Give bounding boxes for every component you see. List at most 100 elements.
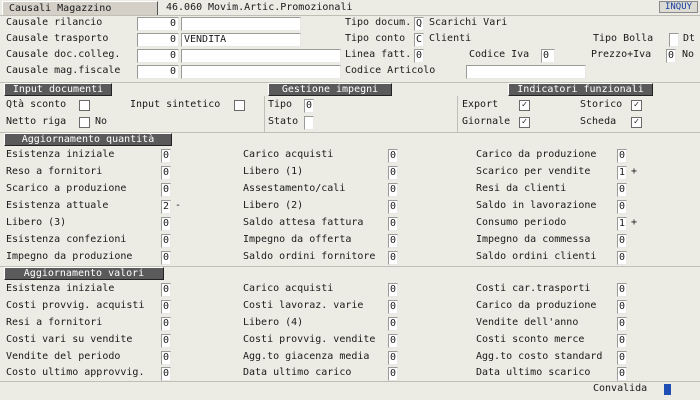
qta-col1-label: Libero (3) <box>6 217 67 228</box>
qta-col3-field[interactable]: 0 <box>617 200 627 214</box>
codice-iva-field[interactable]: 0 <box>541 49 555 63</box>
qta-col2-label: Libero (2) <box>243 200 304 211</box>
causale-trasporto-label: Causale trasporto <box>6 33 109 44</box>
qta-sign: - <box>175 200 182 211</box>
netto-riga-label: Netto riga <box>6 116 67 127</box>
stato-impegno-field[interactable] <box>304 116 314 130</box>
val-col2-label: Carico acquisti <box>243 283 334 294</box>
storico-label: Storico <box>580 99 623 110</box>
netto-riga-checkbox[interactable] <box>79 117 90 128</box>
scheda-checkbox[interactable]: ✓ <box>631 117 642 128</box>
qta-col3-label: Consumo periodo <box>476 217 567 228</box>
storico-checkbox[interactable]: ✓ <box>631 100 642 111</box>
input-sintetico-checkbox[interactable] <box>234 100 245 111</box>
qta-col1-field[interactable]: 0 <box>161 149 171 163</box>
causale-mag-fiscale-code-field[interactable]: 0 <box>137 65 179 79</box>
causale-rilancio-code-field[interactable]: 0 <box>137 17 179 31</box>
tipo-docum-code-field[interactable]: Q <box>414 17 424 31</box>
giornale-checkbox[interactable]: ✓ <box>519 117 530 128</box>
causale-trasporto-code-field[interactable]: 0 <box>137 33 179 47</box>
causale-doc-colleg-text-field[interactable] <box>181 49 341 63</box>
val-col2-field[interactable]: 0 <box>388 334 398 348</box>
export-checkbox[interactable]: ✓ <box>519 100 530 111</box>
codice-articolo-label: Codice Articolo <box>345 65 436 76</box>
linea-fatt-field[interactable]: 0 <box>414 49 424 63</box>
val-col1-label: Costi vari su vendite <box>6 334 133 345</box>
qta-col2-field[interactable]: 0 <box>388 217 398 231</box>
input-documenti-section[interactable]: Input documenti <box>4 83 112 96</box>
prezzo-iva-field[interactable]: 0 <box>666 49 676 63</box>
tipo-conto-code-field[interactable]: C <box>414 33 424 47</box>
val-col3-field[interactable]: 0 <box>617 351 627 365</box>
qta-col3-label: Carico da produzione <box>476 149 597 160</box>
val-col1-field[interactable]: 0 <box>161 351 171 365</box>
qta-col3-field[interactable]: 0 <box>617 251 627 265</box>
qta-col3-field[interactable]: 0 <box>617 234 627 248</box>
val-col2-field[interactable]: 0 <box>388 300 398 314</box>
gestione-impegni-section[interactable]: Gestione impegni <box>268 83 392 96</box>
causali-magazzino-button[interactable]: Causali Magazzino <box>2 1 158 16</box>
val-col1-field[interactable]: 0 <box>161 334 171 348</box>
qta-col2-field[interactable]: 0 <box>388 234 398 248</box>
convalida-indicator[interactable] <box>664 384 671 395</box>
qta-sconto-checkbox[interactable] <box>79 100 90 111</box>
qta-col1-field[interactable]: 2 <box>161 200 171 214</box>
val-col1-field[interactable]: 0 <box>161 300 171 314</box>
indicatori-funzionali-section[interactable]: Indicatori funzionali <box>508 83 653 96</box>
qta-sign: + <box>631 217 638 228</box>
qta-col3-field[interactable]: 0 <box>617 149 627 163</box>
qta-col2-field[interactable]: 0 <box>388 200 398 214</box>
val-col2-field[interactable]: 0 <box>388 283 398 297</box>
qta-col3-field[interactable]: 0 <box>617 183 627 197</box>
val-col2-field[interactable]: 0 <box>388 317 398 331</box>
scheda-label: Scheda <box>580 116 617 127</box>
qta-col1-label: Esistenza iniziale <box>6 149 115 160</box>
causale-rilancio-label: Causale rilancio <box>6 17 103 28</box>
qta-col1-field[interactable]: 0 <box>161 217 171 231</box>
val-col2-label: Costi provvig. vendite <box>243 334 376 345</box>
val-col3-field[interactable]: 0 <box>617 300 627 314</box>
val-col2-label: Costi lavoraz. varie <box>243 300 364 311</box>
val-col3-field[interactable]: 0 <box>617 283 627 297</box>
qta-col2-field[interactable]: 0 <box>388 166 398 180</box>
causale-doc-colleg-code-field[interactable]: 0 <box>137 49 179 63</box>
val-col2-label: Libero (4) <box>243 317 304 328</box>
qta-col2-field[interactable]: 0 <box>388 149 398 163</box>
val-col1-label: Resi a fornitori <box>6 317 103 328</box>
tipo-bolla-field[interactable] <box>669 33 679 47</box>
qta-col1-field[interactable]: 0 <box>161 234 171 248</box>
tipo-docum-label: Tipo docum. <box>345 17 412 28</box>
val-col3-field[interactable]: 0 <box>617 367 627 381</box>
tipo-bolla-label: Tipo Bolla <box>593 33 654 44</box>
qta-col1-field[interactable]: 0 <box>161 251 171 265</box>
qta-col2-field[interactable]: 0 <box>388 183 398 197</box>
qta-col1-field[interactable]: 0 <box>161 183 171 197</box>
codice-articolo-field[interactable] <box>466 65 586 79</box>
val-col3-label: Agg.to costo standard <box>476 351 603 362</box>
causale-trasporto-text-field[interactable]: VENDITA <box>181 33 301 47</box>
qta-col3-field[interactable]: 1 <box>617 217 627 231</box>
aggiornamento-quantita-section[interactable]: Aggiornamento quantità <box>4 133 172 146</box>
qta-col2-field[interactable]: 0 <box>388 251 398 265</box>
qta-col3-label: Resi da clienti <box>476 183 567 194</box>
qta-col3-label: Scarico per vendite <box>476 166 591 177</box>
val-col1-field[interactable]: 0 <box>161 367 171 381</box>
qta-col1-label: Scarico a produzione <box>6 183 127 194</box>
val-col3-label: Costi car.trasporti <box>476 283 591 294</box>
causale-mag-fiscale-text-field[interactable] <box>181 65 341 79</box>
prezzo-iva-no-text: No <box>682 49 695 60</box>
aggiornamento-valori-section[interactable]: Aggiornamento valori <box>4 267 164 280</box>
qta-col3-label: Saldo ordini clienti <box>476 251 597 262</box>
val-col3-field[interactable]: 0 <box>617 334 627 348</box>
qta-col3-field[interactable]: 1 <box>617 166 627 180</box>
tipo-impegno-field[interactable]: 0 <box>304 99 314 113</box>
val-col2-field[interactable]: 0 <box>388 367 398 381</box>
val-col1-field[interactable]: 0 <box>161 283 171 297</box>
val-col2-field[interactable]: 0 <box>388 351 398 365</box>
causale-mag-fiscale-label: Causale mag.fiscale <box>6 65 121 76</box>
qta-col1-field[interactable]: 0 <box>161 166 171 180</box>
val-col1-field[interactable]: 0 <box>161 317 171 331</box>
val-col3-field[interactable]: 0 <box>617 317 627 331</box>
causale-description: Movim.Artic.Promozionali <box>208 2 353 13</box>
causale-rilancio-text-field[interactable] <box>181 17 301 31</box>
